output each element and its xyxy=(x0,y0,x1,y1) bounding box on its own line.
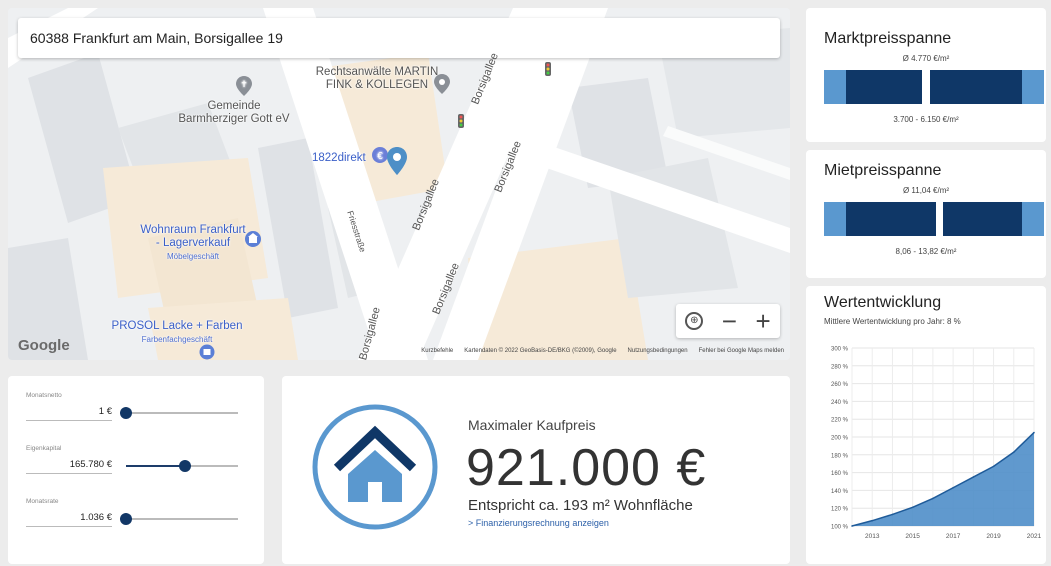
y-tick-label: 180 % xyxy=(831,453,849,459)
slider-label: Monatsnetto xyxy=(26,392,62,399)
y-tick-label: 160 % xyxy=(831,471,849,477)
attribution-shortcuts[interactable]: Kurzbefehle xyxy=(421,348,453,354)
data-point xyxy=(891,513,894,516)
poi-prosol-category: Farbenfachgeschäft xyxy=(141,335,213,344)
data-point xyxy=(851,525,853,527)
data-point xyxy=(932,497,934,500)
data-point xyxy=(972,476,975,478)
data-point xyxy=(1012,451,1015,453)
slider-thumb[interactable] xyxy=(120,513,132,525)
marktpreis-panel: Marktpreisspanne Ø 4.770 €/m² 3.700 - 6.… xyxy=(806,8,1046,142)
wertentwicklung-panel: Wertentwicklung Mittlere Wertentwicklung… xyxy=(806,286,1046,564)
zoom-in-button[interactable]: + xyxy=(756,308,771,334)
attribution-report[interactable]: Fehler bei Google Maps melden xyxy=(699,348,784,354)
financing-sliders-panel: Monatsnetto 1 € Eigenkapital 165.780 € M… xyxy=(8,376,264,564)
range-bar-low xyxy=(824,70,846,104)
map-pin-paint-icon[interactable] xyxy=(199,344,215,360)
traffic-light-icon xyxy=(545,62,551,80)
wertentwicklung-title: Wertentwicklung xyxy=(824,294,942,311)
max-price-value: 921.000 € xyxy=(466,439,707,497)
slider-value-input[interactable]: 1.036 € xyxy=(26,512,112,527)
x-tick-label: 2021 xyxy=(1027,533,1042,540)
poi-prosol-line-1: PROSOL Lacke + Farben xyxy=(111,320,243,332)
data-point xyxy=(911,506,914,509)
wertentwicklung-subtitle: Mittlere Wertentwicklung pro Jahr: 8 % xyxy=(824,317,961,326)
map-pin-bank-icon[interactable]: € xyxy=(371,145,407,185)
max-price-label: Maximaler Kaufpreis xyxy=(468,417,596,433)
x-tick-label: 2015 xyxy=(905,533,920,540)
mietpreis-range-bar xyxy=(824,202,1048,236)
google-logo[interactable]: Google xyxy=(18,337,70,354)
slider-track[interactable] xyxy=(126,460,238,472)
y-tick-label: 240 % xyxy=(831,400,849,406)
range-bar-mid-left xyxy=(846,202,936,236)
mietpreis-range: 8,06 - 13,82 €/m² xyxy=(895,247,957,256)
range-bar-high xyxy=(1022,202,1044,236)
map-pin-church-icon[interactable]: ✝ xyxy=(236,76,252,100)
svg-text:€: € xyxy=(377,151,383,162)
y-tick-label: 280 % xyxy=(831,364,849,370)
slider-value-input[interactable]: 1 € xyxy=(26,406,112,421)
slider-track[interactable] xyxy=(120,513,238,525)
svg-text:✝: ✝ xyxy=(240,79,248,89)
slider-eigenkapital: Eigenkapital 165.780 € xyxy=(26,445,246,491)
y-tick-label: 120 % xyxy=(831,507,849,513)
y-tick-label: 260 % xyxy=(831,382,849,388)
poi-prosol-label[interactable]: PROSOL Lacke + Farben Farbenfachgeschäft xyxy=(92,320,262,346)
data-point xyxy=(952,486,954,489)
slider-label: Eigenkapital xyxy=(26,445,62,452)
y-tick-label: 100 % xyxy=(831,525,849,531)
x-tick-label: 2013 xyxy=(865,533,880,540)
map-controls: ⊕ − + xyxy=(676,304,780,338)
value-area xyxy=(852,432,1034,526)
range-bar-high xyxy=(1022,70,1044,104)
data-point xyxy=(871,519,874,522)
map-view[interactable]: 60388 Frankfurt am Main, Borsigallee 19 … xyxy=(8,8,790,360)
range-bar-low xyxy=(824,202,846,236)
range-bar-mid-right xyxy=(943,202,1022,236)
data-point xyxy=(992,465,995,468)
wertentwicklung-chart: 100 % 120 % 140 % 160 % 180 % 200 % 220 % 240 %… xyxy=(831,347,1042,541)
zoom-out-button[interactable]: − xyxy=(722,308,737,334)
slider-thumb[interactable] xyxy=(179,460,192,472)
marktpreis-title: Marktpreisspanne xyxy=(824,30,952,47)
slider-label: Monatsrate xyxy=(26,498,59,505)
living-area-text: Entspricht ca. 193 m² Wohnfläche xyxy=(468,497,693,514)
traffic-light-icon-2 xyxy=(458,114,464,132)
y-tick-label: 300 % xyxy=(831,347,849,353)
map-pin-shop-icon[interactable] xyxy=(244,230,262,252)
attribution-terms[interactable]: Nutzungsbedingungen xyxy=(628,348,688,354)
marktpreis-range: 3.700 - 6.150 €/m² xyxy=(893,115,959,124)
mietpreis-title: Mietpreisspanne xyxy=(824,162,942,179)
address-search-input[interactable]: 60388 Frankfurt am Main, Borsigallee 19 xyxy=(18,18,780,58)
x-tick-label: 2017 xyxy=(946,533,961,540)
y-tick-label: 200 % xyxy=(831,436,849,442)
map-attribution: Kurzbefehle Kartendaten © 2022 GeoBasis-… xyxy=(421,348,784,354)
range-bar-mid-left xyxy=(846,70,922,104)
y-tick-label: 140 % xyxy=(831,489,849,495)
compass-icon[interactable]: ⊕ xyxy=(685,312,704,330)
poi-church-line-2: Barmherziger Gott eV xyxy=(178,113,290,125)
marktpreis-average: Ø 4.770 €/m² xyxy=(902,54,950,63)
poi-bank-label[interactable]: 1822direkt xyxy=(312,152,366,165)
slider-track[interactable] xyxy=(120,407,238,419)
marktpreis-range-bar xyxy=(824,70,1048,104)
range-bar-mid-right xyxy=(930,70,1022,104)
house-icon xyxy=(312,404,438,530)
max-price-panel: Maximaler Kaufpreis 921.000 € Entspricht… xyxy=(282,376,790,564)
mietpreis-average: Ø 11,04 €/m² xyxy=(902,186,950,195)
slider-monatsrate: Monatsrate 1.036 € xyxy=(26,498,246,544)
slider-thumb[interactable] xyxy=(120,407,132,419)
y-tick-label: 220 % xyxy=(831,418,849,424)
mietpreis-panel: Mietpreisspanne Ø 11,04 €/m² 8,06 - 13,8… xyxy=(806,150,1046,278)
slider-monatsnetto: Monatsnetto 1 € xyxy=(26,392,246,438)
attribution-data: Kartendaten © 2022 GeoBasis-DE/BKG (©200… xyxy=(464,348,617,354)
map-pin-lawyer-icon[interactable] xyxy=(434,74,450,98)
x-tick-label: 2019 xyxy=(986,533,1001,540)
poi-church-line-1: Gemeinde xyxy=(207,100,261,112)
slider-value-input[interactable]: 165.780 € xyxy=(26,459,112,474)
poi-church-label[interactable]: Gemeinde Barmherziger Gott eV xyxy=(144,100,324,126)
financing-calculation-link[interactable]: > Finanzierungsrechnung anzeigen xyxy=(468,518,609,528)
data-point xyxy=(1033,431,1035,434)
